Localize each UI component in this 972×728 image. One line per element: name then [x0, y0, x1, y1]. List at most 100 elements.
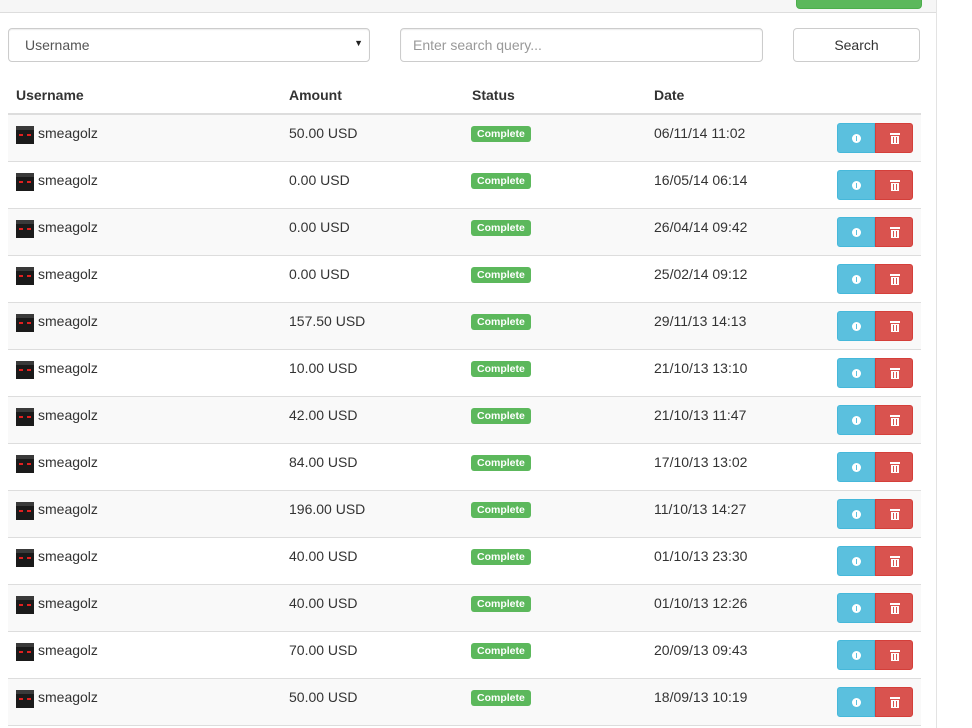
column-header-username[interactable]: Username	[16, 87, 84, 103]
username-cell[interactable]: smeagolz	[38, 172, 98, 188]
avatar	[16, 126, 34, 144]
amount-cell: 196.00 USD	[289, 501, 366, 517]
trash-icon	[890, 556, 900, 567]
username-cell[interactable]: smeagolz	[38, 125, 98, 141]
status-badge: Complete	[471, 220, 531, 236]
column-header-amount[interactable]: Amount	[289, 87, 342, 103]
username-cell[interactable]: smeagolz	[38, 454, 98, 470]
date-cell: 01/10/13 23:30	[654, 548, 748, 564]
avatar	[16, 173, 34, 191]
trash-icon	[890, 274, 900, 285]
info-button[interactable]	[837, 217, 875, 247]
status-badge: Complete	[471, 643, 531, 659]
info-button[interactable]	[837, 264, 875, 294]
delete-button[interactable]	[875, 546, 913, 576]
delete-button[interactable]	[875, 123, 913, 153]
top-action-button[interactable]	[796, 0, 922, 9]
table-row: smeagolz 0.00 USD Complete 26/04/14 09:42	[8, 209, 921, 256]
delete-button[interactable]	[875, 170, 913, 200]
delete-button[interactable]	[875, 640, 913, 670]
info-button[interactable]	[837, 640, 875, 670]
username-select-value: Username	[25, 37, 90, 53]
status-badge: Complete	[471, 549, 531, 565]
username-cell[interactable]: smeagolz	[38, 360, 98, 376]
delete-button[interactable]	[875, 499, 913, 529]
username-cell[interactable]: smeagolz	[38, 219, 98, 235]
info-icon	[852, 651, 861, 660]
page: Username ▼ Search Username Amount Status…	[0, 0, 972, 728]
date-cell: 21/10/13 13:10	[654, 360, 748, 376]
search-input[interactable]	[400, 28, 763, 62]
username-cell[interactable]: smeagolz	[38, 642, 98, 658]
info-button[interactable]	[837, 123, 875, 153]
page-divider	[936, 0, 937, 728]
status-badge: Complete	[471, 596, 531, 612]
avatar	[16, 408, 34, 426]
info-button[interactable]	[837, 499, 875, 529]
info-button[interactable]	[837, 358, 875, 388]
date-cell: 16/05/14 06:14	[654, 172, 748, 188]
date-cell: 06/11/14 11:02	[654, 125, 746, 141]
amount-cell: 50.00 USD	[289, 125, 358, 141]
delete-button[interactable]	[875, 687, 913, 717]
trash-icon	[890, 227, 900, 238]
status-badge: Complete	[471, 455, 531, 471]
amount-cell: 42.00 USD	[289, 407, 358, 423]
delete-button[interactable]	[875, 311, 913, 341]
avatar	[16, 596, 34, 614]
delete-button[interactable]	[875, 358, 913, 388]
delete-button[interactable]	[875, 217, 913, 247]
amount-cell: 0.00 USD	[289, 172, 350, 188]
avatar	[16, 690, 34, 708]
username-cell[interactable]: smeagolz	[38, 407, 98, 423]
info-button[interactable]	[837, 405, 875, 435]
info-button[interactable]	[837, 452, 875, 482]
username-cell[interactable]: smeagolz	[38, 266, 98, 282]
dropdown-arrow-icon: ▼	[354, 38, 363, 48]
trash-icon	[890, 697, 900, 708]
date-cell: 11/10/13 14:27	[654, 501, 747, 517]
status-badge: Complete	[471, 690, 531, 706]
avatar	[16, 549, 34, 567]
column-header-date[interactable]: Date	[654, 87, 684, 103]
info-icon	[852, 369, 861, 378]
info-button[interactable]	[837, 546, 875, 576]
delete-button[interactable]	[875, 264, 913, 294]
username-cell[interactable]: smeagolz	[38, 501, 98, 517]
username-select[interactable]: Username ▼	[8, 28, 370, 62]
column-header-status[interactable]: Status	[472, 87, 515, 103]
amount-cell: 0.00 USD	[289, 266, 350, 282]
trash-icon	[890, 650, 900, 661]
amount-cell: 70.00 USD	[289, 642, 358, 658]
date-cell: 17/10/13 13:02	[654, 454, 748, 470]
info-button[interactable]	[837, 170, 875, 200]
info-icon	[852, 275, 861, 284]
search-button[interactable]: Search	[793, 28, 920, 62]
date-cell: 26/04/14 09:42	[654, 219, 748, 235]
date-cell: 20/09/13 09:43	[654, 642, 748, 658]
status-badge: Complete	[471, 361, 531, 377]
info-icon	[852, 557, 861, 566]
table-row: smeagolz 196.00 USD Complete 11/10/13 14:27	[8, 491, 921, 538]
status-badge: Complete	[471, 267, 531, 283]
table-row: smeagolz 50.00 USD Complete 18/09/13 10:19	[8, 679, 921, 726]
table-row: smeagolz 50.00 USD Complete 06/11/14 11:02	[8, 115, 921, 162]
table-row: smeagolz 0.00 USD Complete 25/02/14 09:12	[8, 256, 921, 303]
delete-button[interactable]	[875, 405, 913, 435]
info-button[interactable]	[837, 593, 875, 623]
status-badge: Complete	[471, 502, 531, 518]
username-cell[interactable]: smeagolz	[38, 548, 98, 564]
info-button[interactable]	[837, 311, 875, 341]
table-row: smeagolz 40.00 USD Complete 01/10/13 23:30	[8, 538, 921, 585]
info-button[interactable]	[837, 687, 875, 717]
trash-icon	[890, 321, 900, 332]
date-cell: 18/09/13 10:19	[654, 689, 748, 705]
delete-button[interactable]	[875, 593, 913, 623]
username-cell[interactable]: smeagolz	[38, 313, 98, 329]
info-icon	[852, 510, 861, 519]
trash-icon	[890, 368, 900, 379]
username-cell[interactable]: smeagolz	[38, 689, 98, 705]
username-cell[interactable]: smeagolz	[38, 595, 98, 611]
status-badge: Complete	[471, 314, 531, 330]
delete-button[interactable]	[875, 452, 913, 482]
